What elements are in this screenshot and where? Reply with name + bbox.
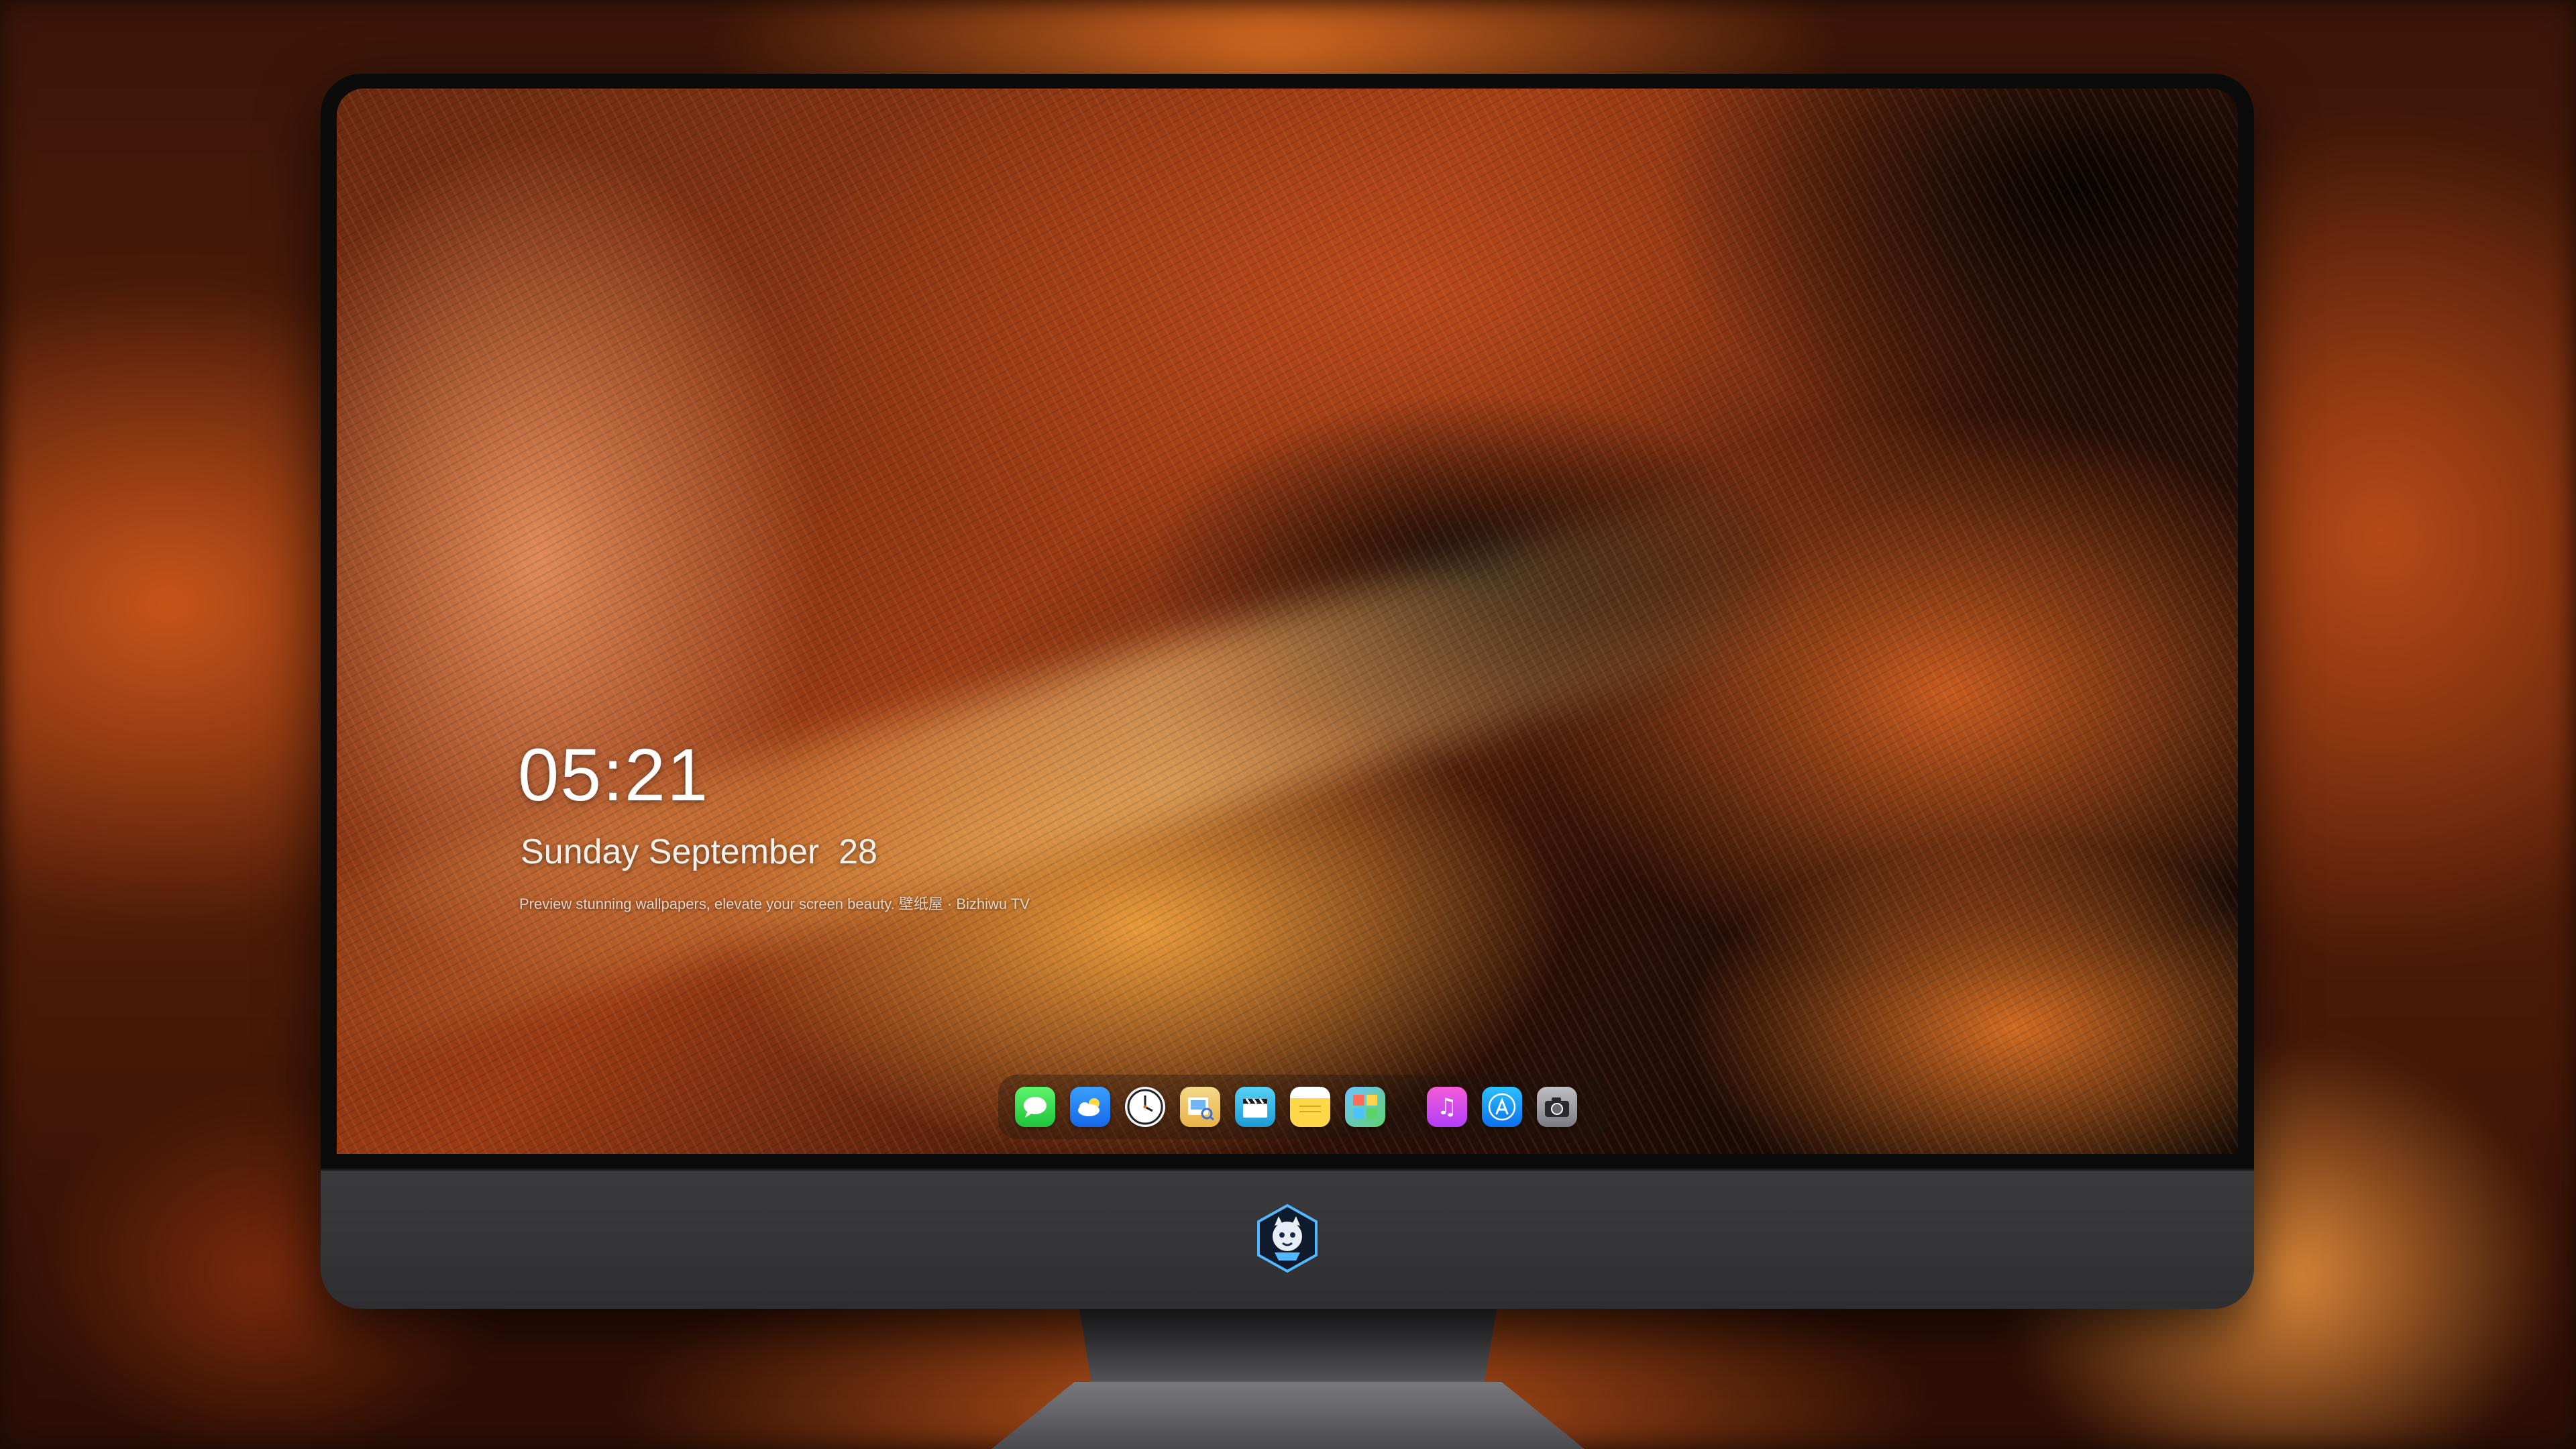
- camera-glyph: [1545, 1097, 1569, 1117]
- wallpaper-tagline: Preview stunning wallpapers, elevate you…: [519, 896, 1030, 912]
- preview-icon[interactable]: [1180, 1087, 1220, 1127]
- photo-grid-glyph: [1353, 1095, 1377, 1119]
- monitor-stand-base: [991, 1382, 1585, 1449]
- desktop-scene: 05:21 Sunday September 28 Preview stunni…: [0, 0, 2576, 1449]
- monitor: 05:21 Sunday September 28 Preview stunni…: [321, 74, 2254, 1309]
- dock: ♫: [998, 1075, 1609, 1139]
- photo-grid-icon[interactable]: [1345, 1087, 1385, 1127]
- notes-icon[interactable]: [1290, 1087, 1330, 1127]
- monitor-bezel: 05:21 Sunday September 28 Preview stunni…: [321, 74, 2254, 1169]
- mascot-logo-glyph: [1257, 1203, 1318, 1273]
- message-bubble-icon[interactable]: [1015, 1087, 1055, 1127]
- cloud-sun-icon[interactable]: [1070, 1087, 1110, 1127]
- music-note-icon[interactable]: ♫: [1427, 1087, 1467, 1127]
- clapperboard-glyph: [1243, 1098, 1267, 1118]
- lock-screen[interactable]: 05:21 Sunday September 28 Preview stunni…: [337, 89, 2238, 1154]
- clapperboard-icon[interactable]: [1235, 1087, 1275, 1127]
- music-note-glyph: ♫: [1436, 1093, 1458, 1120]
- message-bubble-glyph: [1024, 1097, 1046, 1118]
- notes-lines-glyph: [1299, 1106, 1321, 1112]
- app-store-icon[interactable]: [1482, 1087, 1522, 1127]
- lock-clock: 05:21: [518, 734, 710, 816]
- clock-icon[interactable]: [1125, 1087, 1165, 1127]
- wallpaper-texture: [337, 89, 2238, 1154]
- mascot-logo-icon: [1254, 1203, 1320, 1274]
- cloud-glyph: [1078, 1098, 1099, 1116]
- lock-date: Sunday September 28: [521, 833, 877, 871]
- monitor-chin: [321, 1169, 2254, 1309]
- preview-glyph: [1188, 1097, 1214, 1120]
- camera-icon[interactable]: [1537, 1087, 1577, 1127]
- app-store-glyph: [1488, 1093, 1516, 1121]
- clock-face-glyph: [1127, 1089, 1163, 1125]
